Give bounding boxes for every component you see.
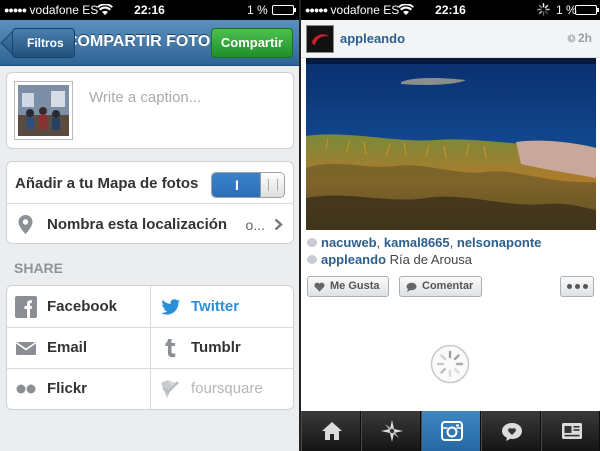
news-icon bbox=[502, 423, 522, 441]
comment-line: appleando Ría de Arousa bbox=[307, 252, 472, 267]
like-button[interactable]: Me Gusta bbox=[307, 276, 389, 297]
share-facebook-label: Facebook bbox=[47, 298, 118, 315]
heart-icon bbox=[314, 282, 325, 292]
loading-spinner-icon bbox=[430, 344, 470, 384]
share-photo-screen: ●●●●● vodafone ES 22:16 1 % Filtros COMP… bbox=[0, 0, 299, 451]
feed-screen: ●●●●● vodafone ES 22:16 1 % appleando 2h bbox=[301, 0, 600, 451]
more-options-button[interactable] bbox=[560, 276, 594, 297]
share-email-label: Email bbox=[47, 339, 88, 356]
post-age: 2h bbox=[567, 31, 592, 45]
comment-icon bbox=[307, 255, 317, 264]
photo-map-label: Añadir a tu Mapa de fotos bbox=[15, 175, 199, 192]
share-heading: SHARE bbox=[14, 260, 64, 276]
battery-percent: 1 % bbox=[556, 3, 577, 17]
speech-bubble-icon bbox=[406, 282, 417, 292]
avatar[interactable] bbox=[306, 25, 334, 53]
divider bbox=[7, 203, 293, 204]
tab-profile[interactable] bbox=[541, 411, 600, 451]
heart-icon bbox=[307, 238, 317, 247]
share-options: Facebook Twitter Email Tumblr Flickr fou… bbox=[6, 285, 294, 410]
caption-input[interactable]: Write a caption... bbox=[89, 89, 201, 106]
status-bar: ●●●●● vodafone ES 22:16 1 % bbox=[301, 0, 600, 20]
location-pin-icon bbox=[18, 215, 33, 234]
twitter-icon bbox=[161, 299, 180, 315]
like-user-2[interactable]: kamal8665 bbox=[384, 235, 450, 250]
tab-home[interactable] bbox=[301, 411, 361, 451]
caption-card: Write a caption... bbox=[6, 72, 294, 149]
share-tumblr-label: Tumblr bbox=[191, 339, 241, 356]
share-flickr-label: Flickr bbox=[47, 380, 88, 397]
facebook-icon bbox=[15, 296, 37, 318]
email-icon bbox=[16, 342, 36, 355]
profile-icon bbox=[562, 423, 582, 439]
flickr-icon bbox=[16, 384, 36, 394]
tab-news[interactable] bbox=[481, 411, 541, 451]
comment-button[interactable]: Comentar bbox=[399, 276, 483, 297]
foursquare-icon bbox=[161, 380, 179, 398]
share-twitter[interactable]: Twitter bbox=[151, 286, 294, 327]
like-user-3[interactable]: nelsonaponte bbox=[457, 235, 542, 250]
post-header: appleando 2h bbox=[301, 20, 600, 58]
likes-line: nacuweb, kamal8665, nelsonaponte bbox=[307, 235, 541, 250]
share-flickr[interactable]: Flickr bbox=[7, 368, 150, 409]
battery-percent: 1 % bbox=[247, 3, 268, 17]
battery-icon bbox=[272, 5, 296, 15]
photo-map-toggle[interactable]: I bbox=[211, 172, 285, 198]
share-foursquare[interactable]: foursquare bbox=[151, 368, 294, 409]
share-facebook[interactable]: Facebook bbox=[7, 286, 150, 327]
camera-icon bbox=[441, 421, 463, 441]
share-twitter-label: Twitter bbox=[191, 298, 240, 315]
post-username[interactable]: appleando bbox=[340, 31, 405, 46]
share-button[interactable]: Compartir bbox=[210, 28, 293, 58]
battery-icon bbox=[575, 5, 599, 15]
filters-back-button[interactable]: Filtros bbox=[12, 28, 75, 58]
share-foursquare-label: foursquare bbox=[191, 380, 263, 397]
share-tumblr[interactable]: Tumblr bbox=[151, 327, 294, 368]
home-icon bbox=[322, 422, 342, 440]
comment-username[interactable]: appleando bbox=[321, 252, 386, 267]
page-title: COMPARTIR FOTO bbox=[66, 33, 211, 50]
share-email[interactable]: Email bbox=[7, 327, 150, 368]
tab-explore[interactable] bbox=[361, 411, 421, 451]
tumblr-icon bbox=[165, 339, 176, 358]
status-bar: ●●●●● vodafone ES 22:16 1 % bbox=[0, 0, 299, 20]
location-label[interactable]: Nombra esta localización bbox=[47, 216, 227, 233]
chevron-right-icon[interactable] bbox=[274, 218, 283, 231]
like-user-1[interactable]: nacuweb bbox=[321, 235, 377, 250]
tab-bar bbox=[301, 411, 600, 451]
navigation-bar: Filtros COMPARTIR FOTO Compartir bbox=[0, 20, 299, 66]
photo-map-card: Añadir a tu Mapa de fotos I Nombra esta … bbox=[6, 161, 294, 244]
explore-icon bbox=[381, 420, 403, 442]
photo-thumbnail bbox=[15, 82, 72, 139]
activity-spinner-icon bbox=[537, 3, 550, 16]
post-photo[interactable] bbox=[306, 58, 596, 230]
tab-camera[interactable] bbox=[421, 411, 481, 451]
comment-text: Ría de Arousa bbox=[389, 252, 473, 267]
location-value: o... bbox=[245, 217, 265, 233]
clock-icon bbox=[567, 34, 576, 43]
